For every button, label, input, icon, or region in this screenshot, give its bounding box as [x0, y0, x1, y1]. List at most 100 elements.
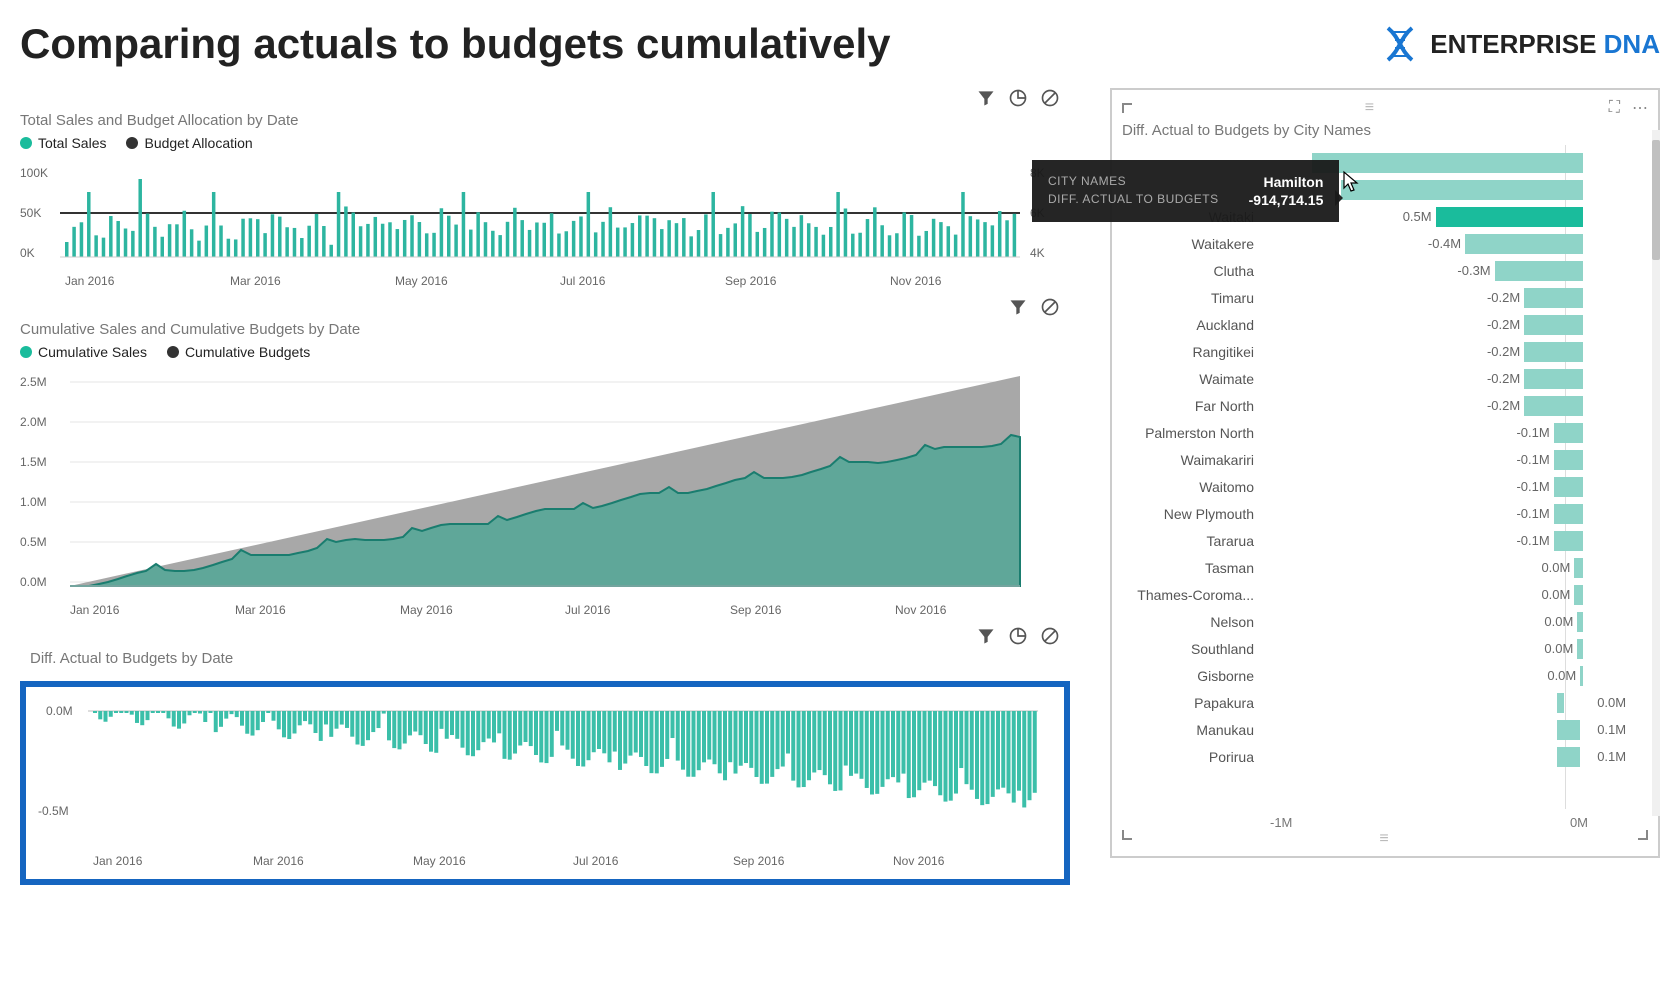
svg-text:0.0M: 0.0M	[20, 575, 47, 589]
city-bar-row[interactable]: Timaru-0.2M	[1122, 284, 1648, 311]
svg-text:2.0M: 2.0M	[20, 415, 47, 429]
filter-icon[interactable]	[1008, 297, 1028, 317]
svg-text:-0.5M: -0.5M	[38, 804, 69, 818]
city-bar-row[interactable]: Gisborne0.0M	[1122, 662, 1648, 689]
city-bar-row[interactable]: Southland0.0M	[1122, 635, 1648, 662]
city-name: Tasman	[1122, 560, 1262, 576]
svg-text:Jan 2016: Jan 2016	[93, 854, 143, 868]
city-value-label: 0.0M	[1544, 641, 1573, 656]
city-chart-title: Diff. Actual to Budgets by City Names	[1122, 122, 1648, 139]
city-bar-row[interactable]: Papakura0.0M	[1122, 689, 1648, 716]
chart1-svg: 100K 50K 0K 8K 6K 4K Jan 2016Mar 2016May…	[20, 157, 1050, 297]
grip-icon[interactable]: ≡	[1355, 99, 1385, 117]
city-name: Palmerston North	[1122, 425, 1262, 441]
svg-text:Jul 2016: Jul 2016	[565, 603, 611, 617]
svg-text:1.0M: 1.0M	[20, 495, 47, 509]
focus-corner-icon[interactable]	[1638, 830, 1648, 840]
city-name: Nelson	[1122, 614, 1262, 630]
tooltip-val-city: Hamilton	[1263, 174, 1323, 190]
city-bar-row[interactable]: Waimakariri-0.1M	[1122, 446, 1648, 473]
city-name: Auckland	[1122, 317, 1262, 333]
viz2-title: Cumulative Sales and Cumulative Budgets …	[20, 321, 1070, 338]
viz-diff-date[interactable]: 0.0M -0.5M Jan 2016Mar 2016May 2016Jul 2…	[20, 681, 1070, 885]
viz-diff-city[interactable]: ≡ ⛶ ⋯ Diff. Actual to Budgets by City Na…	[1110, 88, 1660, 858]
city-name: New Plymouth	[1122, 506, 1262, 522]
filter-icon[interactable]	[976, 626, 996, 646]
city-bar-row[interactable]: Rangitikei-0.2M	[1122, 338, 1648, 365]
city-value-label: -0.2M	[1487, 371, 1520, 386]
city-bar-row[interactable]: Auckland-0.2M	[1122, 311, 1648, 338]
pie-icon[interactable]	[1008, 626, 1028, 646]
svg-text:Nov 2016: Nov 2016	[895, 603, 947, 617]
city-value-label: -0.1M	[1516, 479, 1549, 494]
city-bar-row[interactable]: Clutha -0.3M	[1122, 257, 1648, 284]
city-name: Waitakere	[1122, 236, 1262, 252]
left-column: Total Sales and Budget Allocation by Dat…	[20, 88, 1070, 998]
city-bar-row[interactable]: Tasman 0.0M	[1122, 554, 1648, 581]
svg-text:Sep 2016: Sep 2016	[725, 274, 777, 288]
city-name: Clutha	[1122, 263, 1262, 279]
svg-text:1.5M: 1.5M	[20, 455, 47, 469]
legend-dot-grey	[167, 346, 179, 358]
svg-text:Jan 2016: Jan 2016	[65, 274, 115, 288]
svg-text:0.0M: 0.0M	[46, 704, 73, 718]
viz-total-sales-budget[interactable]: Total Sales and Budget Allocation by Dat…	[20, 112, 1070, 297]
city-bars-container: Waitaki0.5MWaitakere-0.4MClutha-0.3MTima…	[1122, 145, 1648, 809]
legend-dot-teal	[20, 346, 32, 358]
city-bar-row[interactable]: Palmerston North-0.1M	[1122, 419, 1648, 446]
svg-text:Sep 2016: Sep 2016	[733, 854, 785, 868]
city-axis: -1M 0M	[1122, 809, 1648, 830]
legend-dot-grey	[126, 137, 138, 149]
page-title: Comparing actuals to budgets cumulativel…	[20, 20, 891, 68]
city-bar-row[interactable]: New Plymouth -0.1M	[1122, 500, 1648, 527]
more-options-icon[interactable]: ⋯	[1632, 98, 1648, 118]
viz1-toolbar	[20, 88, 1070, 108]
focus-mode-icon[interactable]: ⛶	[1609, 99, 1620, 117]
scrollbar[interactable]	[1652, 130, 1660, 816]
city-bar-row[interactable]: Nelson 0.0M	[1122, 608, 1648, 635]
city-bar-row[interactable]: Waimate-0.2M	[1122, 365, 1648, 392]
svg-text:Mar 2016: Mar 2016	[230, 274, 281, 288]
city-name: Far North	[1122, 398, 1262, 414]
city-value-label: -0.4M	[1428, 236, 1461, 251]
city-bar-row[interactable]: Manukau 0.1M	[1122, 716, 1648, 743]
no-icon[interactable]	[1040, 626, 1060, 646]
city-name: Manukau	[1122, 722, 1262, 738]
svg-text:Sep 2016: Sep 2016	[730, 603, 782, 617]
city-bar-row[interactable]: Far North-0.2M	[1122, 392, 1648, 419]
no-icon[interactable]	[1040, 297, 1060, 317]
city-name: Waitomo	[1122, 479, 1262, 495]
svg-text:100K: 100K	[20, 166, 48, 180]
no-icon[interactable]	[1040, 88, 1060, 108]
viz1-legend: Total Sales Budget Allocation	[20, 135, 1070, 151]
viz-cumulative[interactable]: Cumulative Sales and Cumulative Budgets …	[20, 321, 1070, 626]
city-value-label: 0.1M	[1597, 722, 1626, 737]
city-value-label: 0.0M	[1541, 587, 1570, 602]
focus-corner-icon[interactable]	[1122, 830, 1132, 840]
cursor-icon	[1342, 170, 1362, 194]
chart2-svg: 2.5M2.0M1.5M1.0M0.5M0.0M Jan 2016Mar 201…	[20, 366, 1050, 626]
svg-text:2.5M: 2.5M	[20, 375, 47, 389]
svg-text:0K: 0K	[20, 246, 35, 260]
city-bar-row[interactable]: Waitakere -0.4M	[1122, 230, 1648, 257]
tooltip-val-diff: -914,714.15	[1249, 192, 1324, 208]
city-bar-row[interactable]: Tararua-0.1M	[1122, 527, 1648, 554]
legend-cum-sales: Cumulative Sales	[38, 344, 147, 360]
svg-text:Nov 2016: Nov 2016	[893, 854, 945, 868]
city-name: Rangitikei	[1122, 344, 1262, 360]
focus-corner-icon[interactable]	[1122, 103, 1132, 113]
city-value-label: 0.0M	[1544, 614, 1573, 629]
city-value-label: -0.1M	[1516, 533, 1549, 548]
filter-icon[interactable]	[976, 88, 996, 108]
city-bar-row[interactable]: Waitomo -0.1M	[1122, 473, 1648, 500]
pie-icon[interactable]	[1008, 88, 1028, 108]
city-value-label: 0.1M	[1597, 749, 1626, 764]
city-bar-row[interactable]: Thames-Coroma...0.0M	[1122, 581, 1648, 608]
city-value-label: 0.0M	[1541, 560, 1570, 575]
svg-text:Jul 2016: Jul 2016	[573, 854, 619, 868]
tooltip-key-city: CITY NAMES	[1048, 174, 1126, 190]
city-value-label: -0.3M	[1457, 263, 1490, 278]
city-value-label: -0.1M	[1516, 506, 1549, 521]
city-bar-row[interactable]: Porirua0.1M	[1122, 743, 1648, 770]
grip-icon[interactable]: ≡	[1370, 830, 1400, 848]
